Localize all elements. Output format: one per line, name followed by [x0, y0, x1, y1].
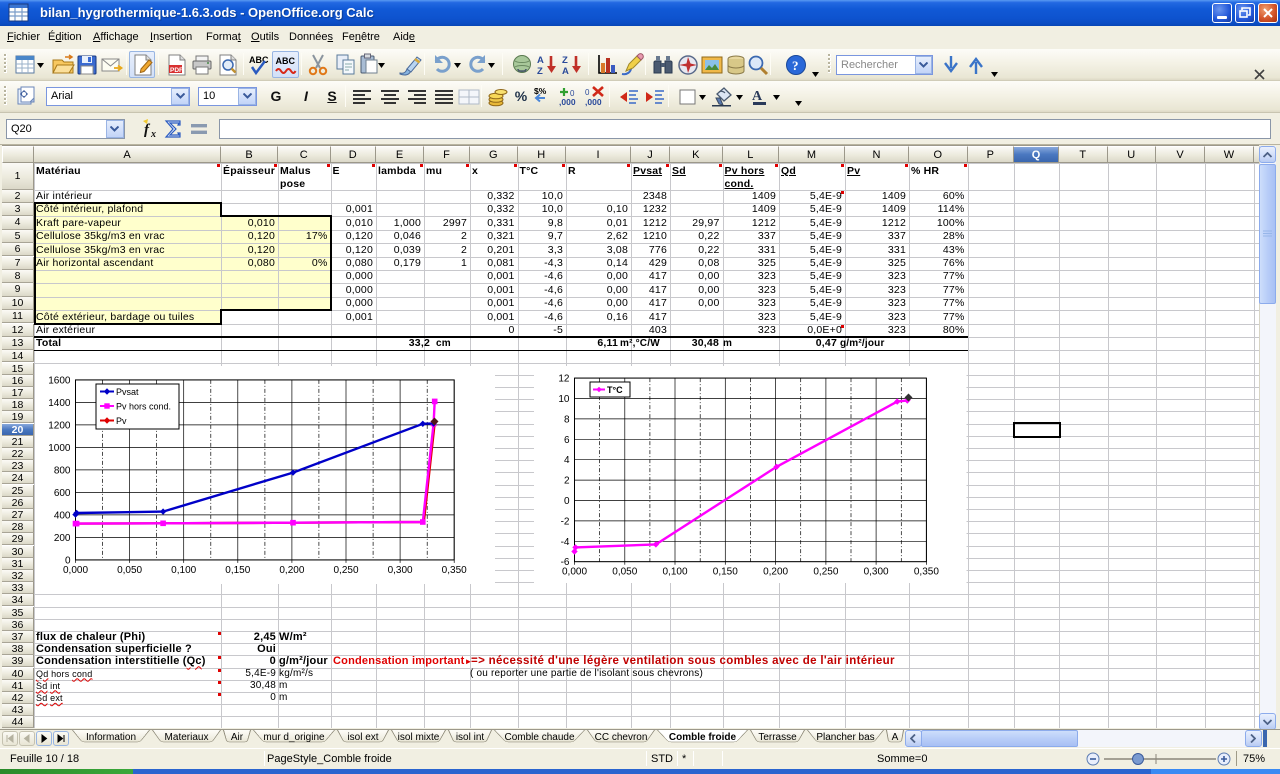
svg-text:0,050: 0,050 — [612, 566, 637, 577]
svg-text:200: 200 — [53, 532, 70, 543]
svg-text:Pv hors cond.: Pv hors cond. — [116, 401, 171, 411]
svg-text:Pv: Pv — [116, 416, 127, 426]
svg-text:PDF: PDF — [170, 67, 183, 74]
svg-text:1000: 1000 — [48, 442, 71, 453]
svg-text:12: 12 — [558, 373, 570, 384]
svg-text:1400: 1400 — [48, 397, 71, 408]
svg-text:-2: -2 — [561, 516, 570, 527]
svg-text:0,250: 0,250 — [333, 564, 358, 575]
svg-text:0,300: 0,300 — [387, 564, 412, 575]
svg-text:0,000: 0,000 — [62, 564, 87, 575]
svg-text:800: 800 — [53, 465, 70, 476]
svg-text:4: 4 — [564, 455, 570, 466]
svg-text:0,300: 0,300 — [864, 566, 889, 577]
svg-text:0,250: 0,250 — [813, 566, 838, 577]
svg-text:ABC: ABC — [249, 55, 269, 65]
svg-text:1200: 1200 — [48, 420, 71, 431]
svg-text:,000: ,000 — [585, 97, 602, 107]
svg-text:0: 0 — [564, 496, 570, 507]
svg-text:x: x — [150, 129, 156, 140]
svg-text:0,350: 0,350 — [441, 564, 466, 575]
svg-text:?: ? — [792, 58, 799, 73]
svg-text:-4: -4 — [561, 536, 570, 547]
svg-text:0,100: 0,100 — [662, 566, 687, 577]
svg-text:Z: Z — [537, 66, 543, 77]
svg-text:0,000: 0,000 — [562, 566, 587, 577]
svg-text:600: 600 — [53, 487, 70, 498]
svg-text:400: 400 — [53, 510, 70, 521]
svg-text:A: A — [562, 66, 569, 77]
svg-text:0,150: 0,150 — [713, 566, 738, 577]
svg-text:0,200: 0,200 — [763, 566, 788, 577]
svg-text:0: 0 — [585, 88, 590, 97]
svg-text:0,050: 0,050 — [117, 564, 142, 575]
svg-text:8: 8 — [564, 414, 570, 425]
svg-text:1600: 1600 — [48, 375, 71, 386]
svg-text:A: A — [537, 55, 544, 66]
svg-text:0,350: 0,350 — [914, 566, 939, 577]
svg-text:ABC: ABC — [276, 56, 296, 66]
svg-text:T°C: T°C — [607, 385, 623, 395]
svg-text:f: f — [144, 122, 151, 138]
svg-text:2: 2 — [564, 475, 570, 486]
svg-text:10: 10 — [558, 394, 570, 405]
svg-text:$%: $% — [534, 86, 547, 96]
svg-text:Pvsat: Pvsat — [116, 387, 139, 397]
svg-text:Z: Z — [562, 55, 568, 66]
svg-text:0,100: 0,100 — [171, 564, 196, 575]
svg-text:,000: ,000 — [559, 97, 576, 107]
svg-text:0,150: 0,150 — [225, 564, 250, 575]
svg-text:A: A — [752, 89, 763, 104]
svg-text:6: 6 — [564, 434, 570, 445]
svg-text:0,200: 0,200 — [279, 564, 304, 575]
